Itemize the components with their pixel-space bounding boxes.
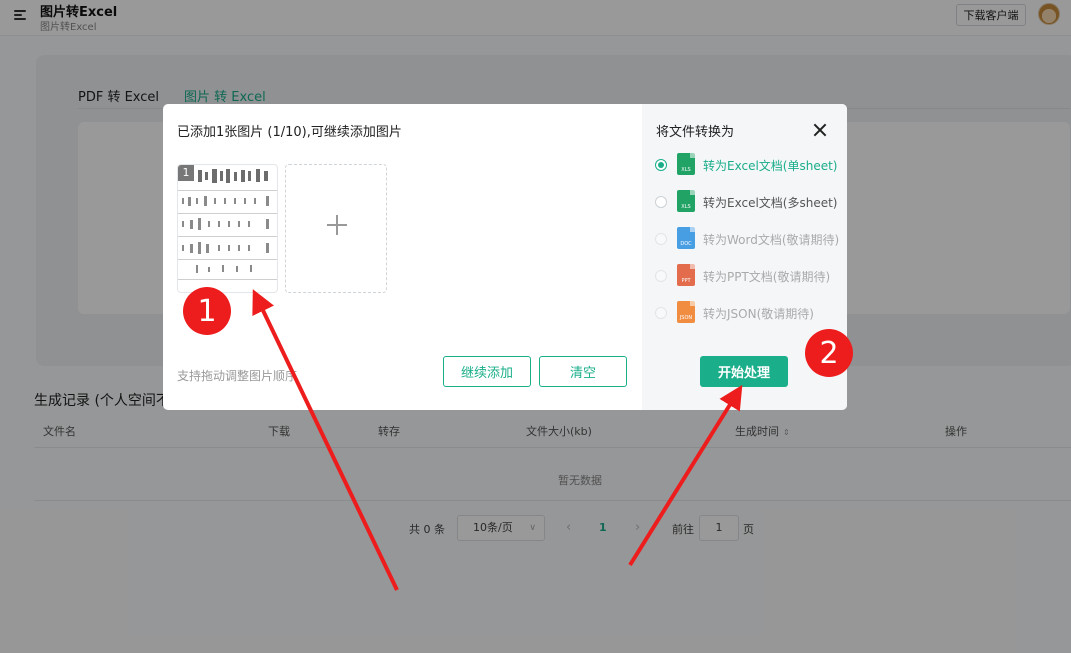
radio-button (655, 307, 667, 319)
radio-button (655, 270, 667, 282)
plus-icon-vertical (336, 215, 338, 235)
option-label: 转为PPT文档(敬请期待) (703, 270, 831, 284)
option-word: DOC 转为Word文档(敬请期待) (655, 227, 845, 251)
option-ppt: PPT 转为PPT文档(敬请期待) (655, 264, 845, 288)
radio-button[interactable] (655, 196, 667, 208)
option-label: 转为JSON(敬请期待) (703, 307, 814, 321)
thumbnail-index-badge: 1 (178, 165, 194, 181)
start-processing-button[interactable]: 开始处理 (700, 356, 788, 387)
clear-button[interactable]: 清空 (539, 356, 627, 387)
xls-file-icon: XLS (677, 190, 695, 212)
continue-add-button[interactable]: 继续添加 (443, 356, 531, 387)
image-list-pane: 已添加1张图片 (1/10),可继续添加图片 1 支持拖动调整图片顺序 继续添加… (163, 104, 642, 410)
ppt-file-icon: PPT (677, 264, 695, 286)
annotation-marker-2: 2 (805, 329, 853, 377)
upload-dialog: 已添加1张图片 (1/10),可继续添加图片 1 支持拖动调整图片顺序 继续添加… (163, 104, 847, 410)
annotation-marker-1: 1 (183, 287, 231, 335)
xls-file-icon: XLS (677, 153, 695, 175)
json-file-icon: JSON (677, 301, 695, 323)
option-json: JSON 转为JSON(敬请期待) (655, 301, 845, 325)
image-thumbnail[interactable]: 1 (177, 164, 278, 293)
close-icon[interactable] (812, 122, 828, 138)
table-preview-image (178, 169, 277, 280)
option-label: 转为Excel文档(单sheet) (703, 159, 838, 173)
dialog-title: 已添加1张图片 (1/10),可继续添加图片 (177, 125, 402, 140)
option-label: 转为Excel文档(多sheet) (703, 196, 838, 210)
option-excel-multi-sheet[interactable]: XLS 转为Excel文档(多sheet) (655, 190, 845, 214)
radio-button[interactable] (655, 159, 667, 171)
radio-button (655, 233, 667, 245)
option-label: 转为Word文档(敬请期待) (703, 233, 840, 247)
drag-sort-hint: 支持拖动调整图片顺序 (177, 369, 298, 383)
doc-file-icon: DOC (677, 227, 695, 249)
convert-title: 将文件转换为 (656, 125, 735, 140)
add-image-tile[interactable] (285, 164, 387, 293)
option-excel-single-sheet[interactable]: XLS 转为Excel文档(单sheet) (655, 153, 845, 177)
